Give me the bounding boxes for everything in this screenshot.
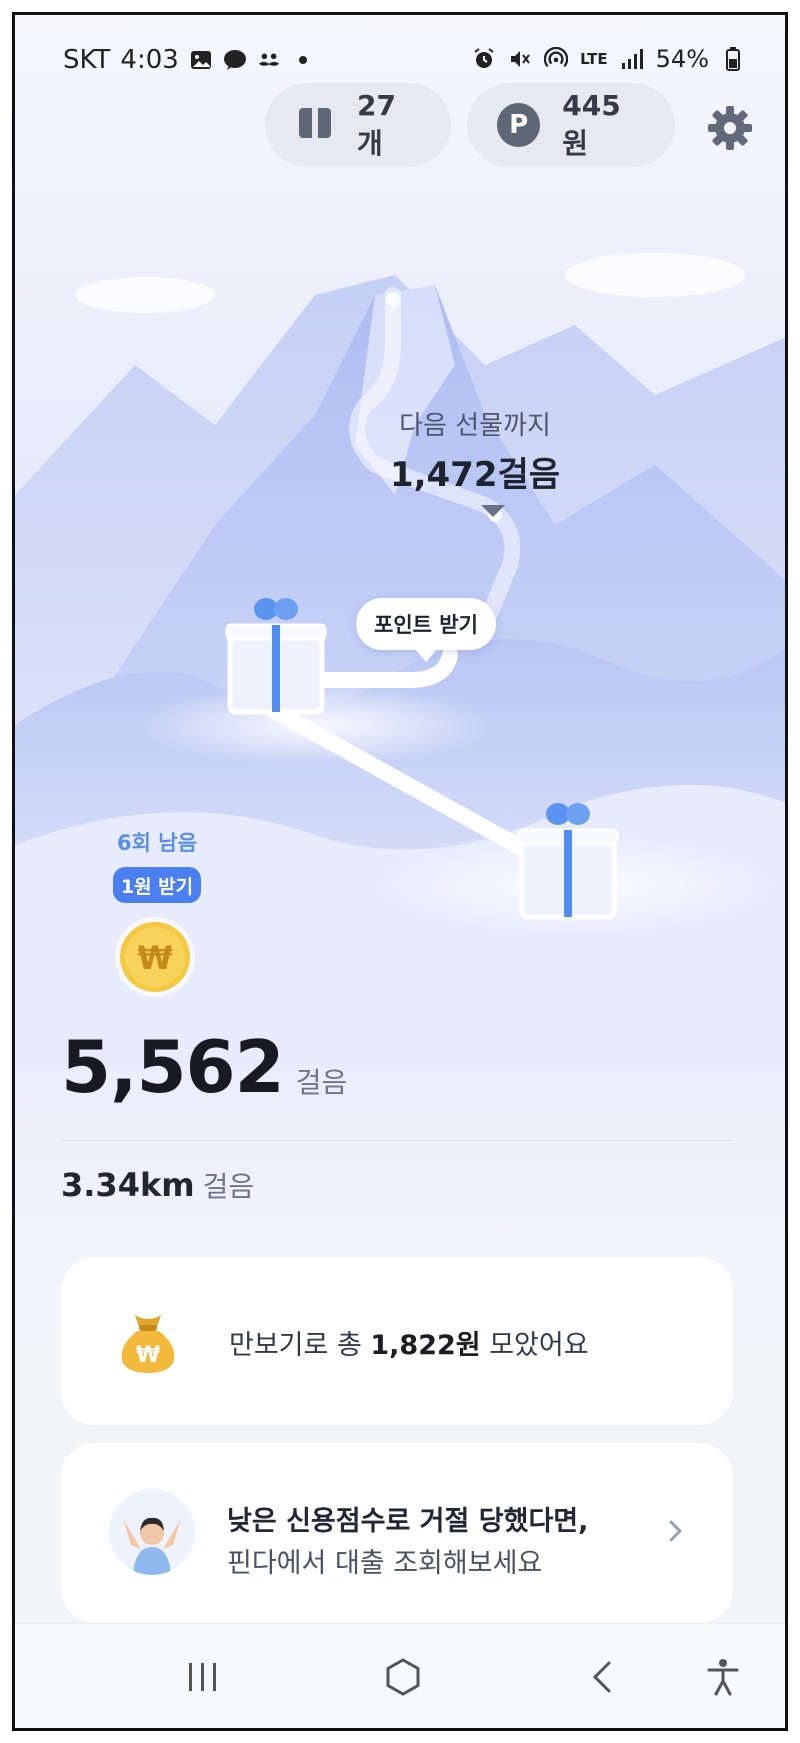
steps-value: 5,562 [61, 1025, 285, 1109]
divider [61, 1140, 733, 1141]
chevron-right-icon [661, 1517, 689, 1545]
ad-subtext: 핀다에서 대출 조회해보세요 [227, 1548, 543, 1579]
recents-icon [189, 1663, 216, 1691]
gear-icon [708, 106, 752, 150]
remaining-count: 6회 남음 [117, 831, 197, 855]
alarm-icon [472, 47, 496, 71]
ad-headline: 낮은 신용점수로 거절 당했다면, [227, 1506, 589, 1537]
loan-ad-card[interactable]: 낮은 신용점수로 거절 당했다면, 핀다에서 대출 조회해보세요 [61, 1443, 733, 1623]
points-icon: P [497, 103, 541, 147]
battery-icon [721, 47, 745, 71]
network-label: LTE [580, 50, 608, 68]
signal-icon [620, 47, 644, 71]
gift-count-label: 27개 [357, 88, 396, 160]
app-frame: SKT 4:03 LTE 54% 27개 P 445원 다음 선물까지 1,47… [12, 12, 788, 1731]
accessibility-button[interactable] [698, 1652, 748, 1702]
distance-value: 3.34km [61, 1166, 195, 1204]
tooltip-arrow-icon [481, 505, 505, 517]
total-suffix: 모았어요 [480, 1330, 589, 1361]
back-button[interactable] [578, 1652, 628, 1702]
next-gift-label: 다음 선물까지 [399, 411, 551, 441]
next-gift-steps: 1,472걸음 [389, 455, 561, 495]
points-button[interactable]: P 445원 [467, 83, 675, 167]
home-icon [386, 1658, 420, 1696]
distance: 3.34km 걸음 [61, 1165, 254, 1205]
status-right: LTE 54% [472, 45, 745, 73]
battery-label: 54% [655, 45, 709, 73]
money-bag-icon: ₩ [113, 1307, 183, 1377]
gift-box-icon [295, 102, 335, 149]
coin-symbol: ₩ [137, 939, 172, 977]
total-earned-card: ₩ 만보기로 총 1,822원 모았어요 [61, 1257, 733, 1425]
total-earned-text: 만보기로 총 1,822원 모았어요 [229, 1323, 589, 1362]
total-prefix: 만보기로 총 [229, 1330, 371, 1361]
distance-unit: 걸음 [202, 1170, 255, 1203]
step-count: 5,562 걸음 [61, 1025, 347, 1109]
status-left: SKT 4:03 [63, 45, 315, 75]
home-button[interactable] [378, 1652, 428, 1702]
back-icon [592, 1661, 611, 1693]
steps-unit: 걸음 [295, 1066, 348, 1099]
notification-dot-icon [291, 48, 315, 72]
mute-icon [508, 47, 532, 71]
mustache-icon [257, 48, 281, 72]
total-amount: 1,822원 [370, 1330, 481, 1361]
system-nav-bar [15, 1623, 785, 1728]
gallery-icon [189, 48, 213, 72]
avatar [109, 1489, 195, 1575]
recents-button[interactable] [178, 1652, 228, 1702]
svg-text:₩: ₩ [136, 1343, 160, 1368]
status-bar: SKT 4:03 LTE 54% [15, 15, 785, 87]
hotspot-icon [544, 47, 569, 71]
points-claim-bubble[interactable]: 포인트 받기 [356, 598, 496, 662]
carrier-label: SKT [63, 45, 111, 75]
won-coin-icon: ₩ [115, 917, 195, 997]
settings-button[interactable] [705, 103, 755, 153]
points-label: 445원 [562, 88, 621, 160]
chat-icon [223, 48, 247, 72]
gift-count-button[interactable]: 27개 [265, 83, 451, 167]
accessibility-icon [707, 1659, 739, 1696]
reward-button[interactable]: 1원 받기 [113, 867, 201, 903]
clock: 4:03 [120, 45, 179, 75]
coin-button[interactable]: ₩ [113, 915, 197, 999]
